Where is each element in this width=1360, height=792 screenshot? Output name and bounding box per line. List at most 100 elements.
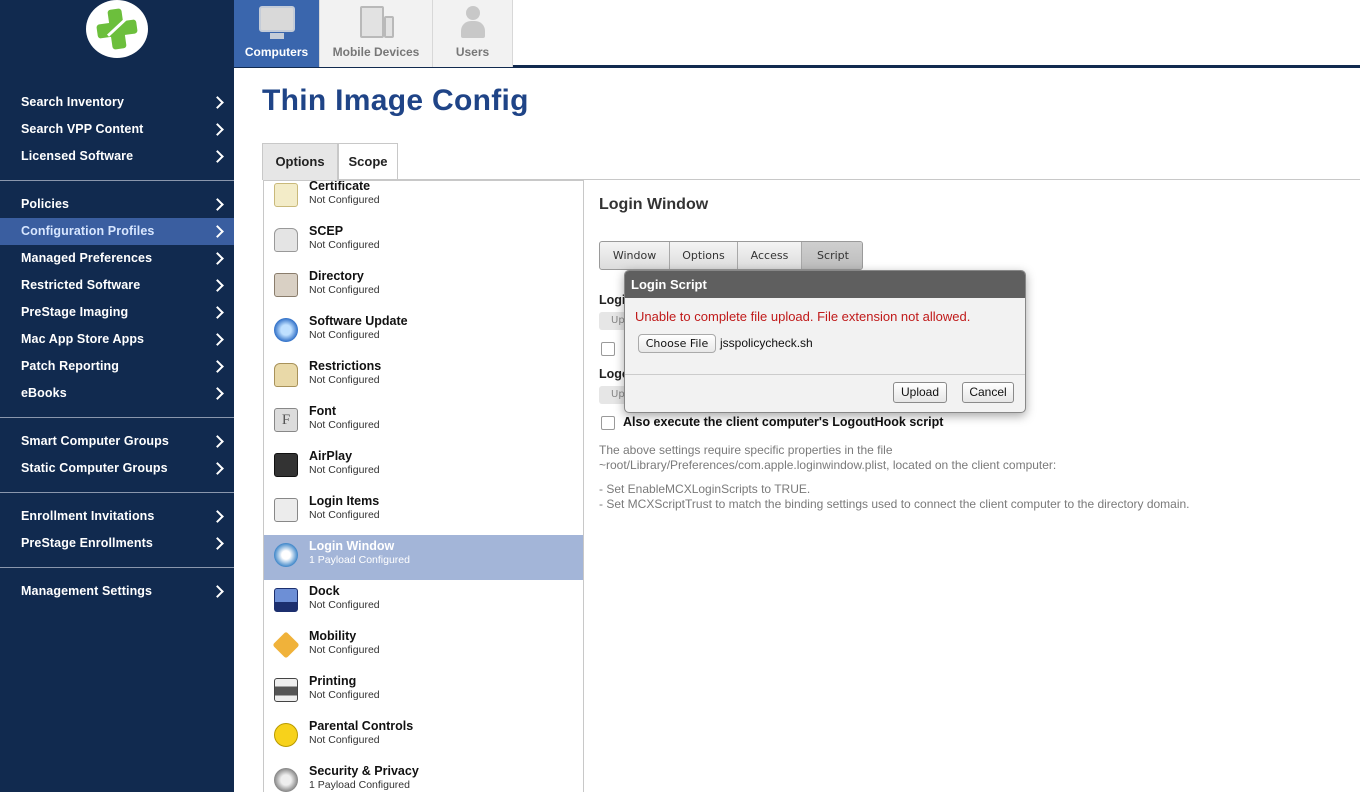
payload-name: Printing: [309, 674, 357, 688]
nav-item-enrollment-invitations[interactable]: Enrollment Invitations: [0, 503, 234, 530]
payload-restrictions[interactable]: Restrictions Not Configured: [264, 355, 583, 400]
chevron-right-icon: [211, 306, 224, 319]
nav-item-ebooks[interactable]: eBooks: [0, 380, 234, 407]
nav-label: Patch Reporting: [21, 359, 120, 373]
choose-file-button[interactable]: Choose File: [638, 334, 716, 353]
payload-name: Font: [309, 404, 337, 418]
payload-name: Mobility: [309, 629, 357, 643]
payload-name: Security & Privacy: [309, 764, 419, 778]
chevron-right-icon: [211, 387, 224, 400]
logout-hook-checkbox[interactable]: [601, 416, 615, 430]
dock-icon: [274, 588, 298, 612]
security-privacy-icon: [274, 768, 298, 792]
segment-options[interactable]: Options: [670, 242, 738, 269]
tab-options[interactable]: Options: [262, 143, 338, 180]
logout-hook-label: Also execute the client computer's Logou…: [623, 415, 944, 429]
cancel-button[interactable]: Cancel: [962, 382, 1014, 403]
segment-window[interactable]: Window: [600, 242, 670, 269]
payload-name: AirPlay: [309, 449, 353, 463]
nav-label: eBooks: [21, 386, 67, 400]
payload-status: Not Configured: [309, 644, 380, 656]
payload-list[interactable]: Certificate Not Configured SCEP Not Conf…: [263, 180, 584, 792]
segment-script[interactable]: Script: [802, 242, 862, 269]
dialog-title: Login Script: [625, 271, 1025, 298]
parental-controls-icon: [274, 723, 298, 747]
payload-status: Not Configured: [309, 734, 380, 746]
payload-status: Not Configured: [309, 464, 380, 476]
note-line: ~root/Library/Preferences/com.apple.logi…: [599, 458, 1057, 472]
nav-label: Search Inventory: [21, 95, 125, 109]
nav-item-management-settings[interactable]: Management Settings: [0, 578, 234, 605]
nav-item-managed-preferences[interactable]: Managed Preferences: [0, 245, 234, 272]
selected-file-name: jsspolicycheck.sh: [720, 336, 813, 350]
payload-status: 1 Payload Configured: [309, 554, 410, 566]
sidebar: Search Inventory Search VPP Content Lice…: [0, 0, 234, 792]
mobile-devices-icon: [356, 4, 396, 40]
tab-label: Users: [455, 45, 490, 59]
nav-label: Mac App Store Apps: [21, 332, 145, 346]
nav-item-prestage-enrollments[interactable]: PreStage Enrollments: [0, 530, 234, 557]
login-items-icon: [274, 498, 298, 522]
login-hook-checkbox[interactable]: [601, 342, 615, 356]
nav-item-search-inventory[interactable]: Search Inventory: [0, 89, 234, 116]
chevron-right-icon: [211, 435, 224, 448]
nav-item-static-computer-groups[interactable]: Static Computer Groups: [0, 455, 234, 482]
tab-users[interactable]: Users: [433, 0, 513, 67]
nav-label: Static Computer Groups: [21, 461, 168, 475]
payload-mobility[interactable]: Mobility Not Configured: [264, 625, 583, 670]
user-icon: [458, 4, 488, 40]
note-line: - Set EnableMCXLoginScripts to TRUE.: [599, 482, 811, 496]
printer-icon: [274, 678, 298, 702]
note-line: The above settings require specific prop…: [599, 443, 893, 457]
tab-computers[interactable]: Computers: [234, 0, 320, 67]
payload-status: Not Configured: [309, 329, 380, 341]
payload-security-privacy[interactable]: Security & Privacy 1 Payload Configured: [264, 760, 583, 792]
nav-label: Managed Preferences: [21, 251, 153, 265]
chevron-right-icon: [211, 360, 224, 373]
nav-item-licensed-software[interactable]: Licensed Software: [0, 143, 234, 170]
nav-item-restricted-software[interactable]: Restricted Software: [0, 272, 234, 299]
payload-status: Not Configured: [309, 599, 380, 611]
tab-label: Computers: [244, 45, 309, 59]
payload-login-items[interactable]: Login Items Not Configured: [264, 490, 583, 535]
nav-divider: [0, 567, 234, 568]
payload-parental-controls[interactable]: Parental Controls Not Configured: [264, 715, 583, 760]
upload-button[interactable]: Upload: [893, 382, 947, 403]
nav-item-configuration-profiles[interactable]: Configuration Profiles: [0, 218, 234, 245]
payload-airplay[interactable]: AirPlay Not Configured: [264, 445, 583, 490]
top-tab-bar: Computers Mobile Devices Users: [234, 0, 1360, 68]
payload-login-window[interactable]: Login Window 1 Payload Configured: [264, 535, 583, 580]
payload-dock[interactable]: Dock Not Configured: [264, 580, 583, 625]
tab-scope[interactable]: Scope: [338, 143, 398, 180]
nav-item-mac-app-store-apps[interactable]: Mac App Store Apps: [0, 326, 234, 353]
payload-status: Not Configured: [309, 194, 380, 206]
nav-item-smart-computer-groups[interactable]: Smart Computer Groups: [0, 428, 234, 455]
certificate-icon: [274, 183, 298, 207]
nav-item-search-vpp-content[interactable]: Search VPP Content: [0, 116, 234, 143]
payload-font[interactable]: F Font Not Configured: [264, 400, 583, 445]
tab-mobile-devices[interactable]: Mobile Devices: [320, 0, 433, 67]
nav-item-patch-reporting[interactable]: Patch Reporting: [0, 353, 234, 380]
payload-name: Restrictions: [309, 359, 382, 373]
payload-certificate[interactable]: Certificate Not Configured: [264, 181, 583, 220]
chevron-right-icon: [211, 198, 224, 211]
payload-scep[interactable]: SCEP Not Configured: [264, 220, 583, 265]
nav-item-policies[interactable]: Policies: [0, 191, 234, 218]
directory-icon: [274, 273, 298, 297]
segment-access[interactable]: Access: [738, 242, 802, 269]
detail-title: Login Window: [599, 196, 709, 213]
nav-item-prestage-imaging[interactable]: PreStage Imaging: [0, 299, 234, 326]
nav-group-inventory: Search Inventory Search VPP Content Lice…: [0, 89, 234, 170]
nav-group-groups: Smart Computer Groups Static Computer Gr…: [0, 428, 234, 482]
segmented-control: Window Options Access Script: [599, 241, 863, 270]
jamf-logo-icon[interactable]: [86, 0, 148, 58]
chevron-right-icon: [211, 333, 224, 346]
nav-label: Restricted Software: [21, 278, 141, 292]
payload-status: Not Configured: [309, 374, 380, 386]
payload-name: Directory: [309, 269, 364, 283]
nav-label: Configuration Profiles: [21, 224, 155, 238]
payload-directory[interactable]: Directory Not Configured: [264, 265, 583, 310]
payload-printing[interactable]: Printing Not Configured: [264, 670, 583, 715]
nav-label: Search VPP Content: [21, 122, 144, 136]
payload-software-update[interactable]: Software Update Not Configured: [264, 310, 583, 355]
